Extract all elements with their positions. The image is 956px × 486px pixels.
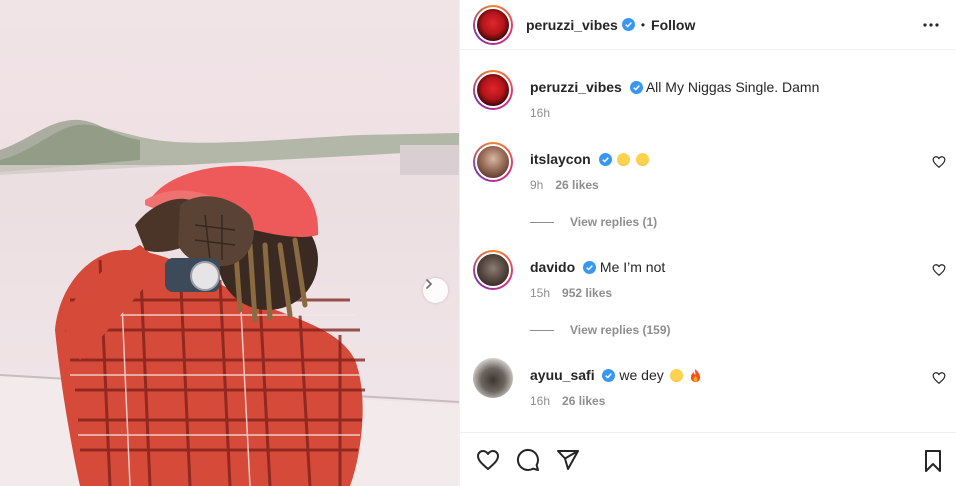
view-replies-label: View replies (1) bbox=[570, 215, 658, 229]
comment-icon bbox=[516, 448, 539, 471]
verified-badge-icon bbox=[621, 18, 635, 31]
comments-list[interactable]: peruzzi_vibes All My Niggas Single. Damn… bbox=[460, 51, 956, 432]
carousel-next-button[interactable] bbox=[423, 278, 448, 303]
heart-icon[interactable] bbox=[932, 155, 946, 169]
separator-dot: • bbox=[640, 17, 646, 32]
like-button[interactable] bbox=[476, 448, 500, 472]
fire-emoji bbox=[690, 369, 700, 382]
view-replies-button[interactable]: View replies (1) bbox=[530, 215, 657, 229]
caption-time[interactable]: 16h bbox=[530, 106, 550, 120]
view-replies-button[interactable]: View replies (159) bbox=[530, 323, 671, 337]
verified-badge-icon bbox=[583, 261, 597, 274]
commenter-avatar[interactable] bbox=[473, 142, 513, 182]
save-button[interactable] bbox=[922, 449, 944, 476]
replies-divider bbox=[530, 329, 554, 331]
verified-badge-icon bbox=[602, 369, 616, 382]
comment-item: itslaycon 9h 26 likes bbox=[473, 142, 956, 192]
caption-avatar[interactable] bbox=[473, 70, 513, 110]
comment-item: davido Me I’m not 15h 952 likes bbox=[473, 250, 956, 300]
caption-username[interactable]: peruzzi_vibes bbox=[530, 79, 622, 95]
more-icon[interactable] bbox=[922, 16, 940, 34]
chevron-right-icon bbox=[426, 279, 433, 289]
commenter-avatar[interactable] bbox=[473, 358, 513, 398]
caption-text: All My Niggas Single. Damn bbox=[645, 79, 820, 95]
comment-button[interactable] bbox=[516, 448, 540, 472]
share-button[interactable] bbox=[556, 448, 580, 472]
comment-text: Me I’m not bbox=[599, 259, 666, 275]
comment-likes[interactable]: 952 likes bbox=[562, 286, 612, 300]
post-actions-bar bbox=[460, 432, 956, 486]
caption: peruzzi_vibes All My Niggas Single. Damn… bbox=[473, 70, 956, 120]
bookmark-icon bbox=[925, 450, 941, 472]
crying-emoji bbox=[617, 153, 631, 166]
crying-emoji bbox=[636, 153, 650, 166]
comment-time[interactable]: 9h bbox=[530, 178, 543, 192]
author-meta: peruzzi_vibes • Follow bbox=[526, 17, 695, 33]
post-side-panel: peruzzi_vibes • Follow peruzzi_vibes All… bbox=[459, 0, 956, 486]
laughing-emoji bbox=[669, 369, 683, 382]
follow-button[interactable]: Follow bbox=[651, 17, 695, 33]
comment-time[interactable]: 16h bbox=[530, 394, 550, 408]
commenter-username[interactable]: ayuu_safi bbox=[530, 367, 595, 383]
photo-illustration bbox=[0, 119, 459, 486]
post-header: peruzzi_vibes • Follow bbox=[460, 0, 956, 50]
comment-text: we dey bbox=[619, 367, 664, 383]
heart-icon[interactable] bbox=[932, 263, 946, 277]
comment-likes[interactable]: 26 likes bbox=[555, 178, 598, 192]
comment-item: ayuu_safi we dey 16h 26 likes bbox=[473, 358, 956, 408]
author-username[interactable]: peruzzi_vibes bbox=[526, 17, 618, 33]
view-replies-label: View replies (159) bbox=[570, 323, 671, 337]
share-icon bbox=[557, 449, 579, 470]
post-photo[interactable] bbox=[0, 0, 459, 486]
replies-divider bbox=[530, 221, 554, 223]
comment-time[interactable]: 15h bbox=[530, 286, 550, 300]
commenter-avatar[interactable] bbox=[473, 250, 513, 290]
comment-likes[interactable]: 26 likes bbox=[562, 394, 605, 408]
author-avatar[interactable] bbox=[473, 4, 513, 45]
verified-badge-icon bbox=[629, 81, 643, 94]
commenter-username[interactable]: davido bbox=[530, 259, 575, 275]
heart-icon bbox=[477, 449, 499, 470]
heart-icon[interactable] bbox=[932, 371, 946, 385]
verified-badge-icon bbox=[598, 153, 612, 166]
commenter-username[interactable]: itslaycon bbox=[530, 151, 591, 167]
